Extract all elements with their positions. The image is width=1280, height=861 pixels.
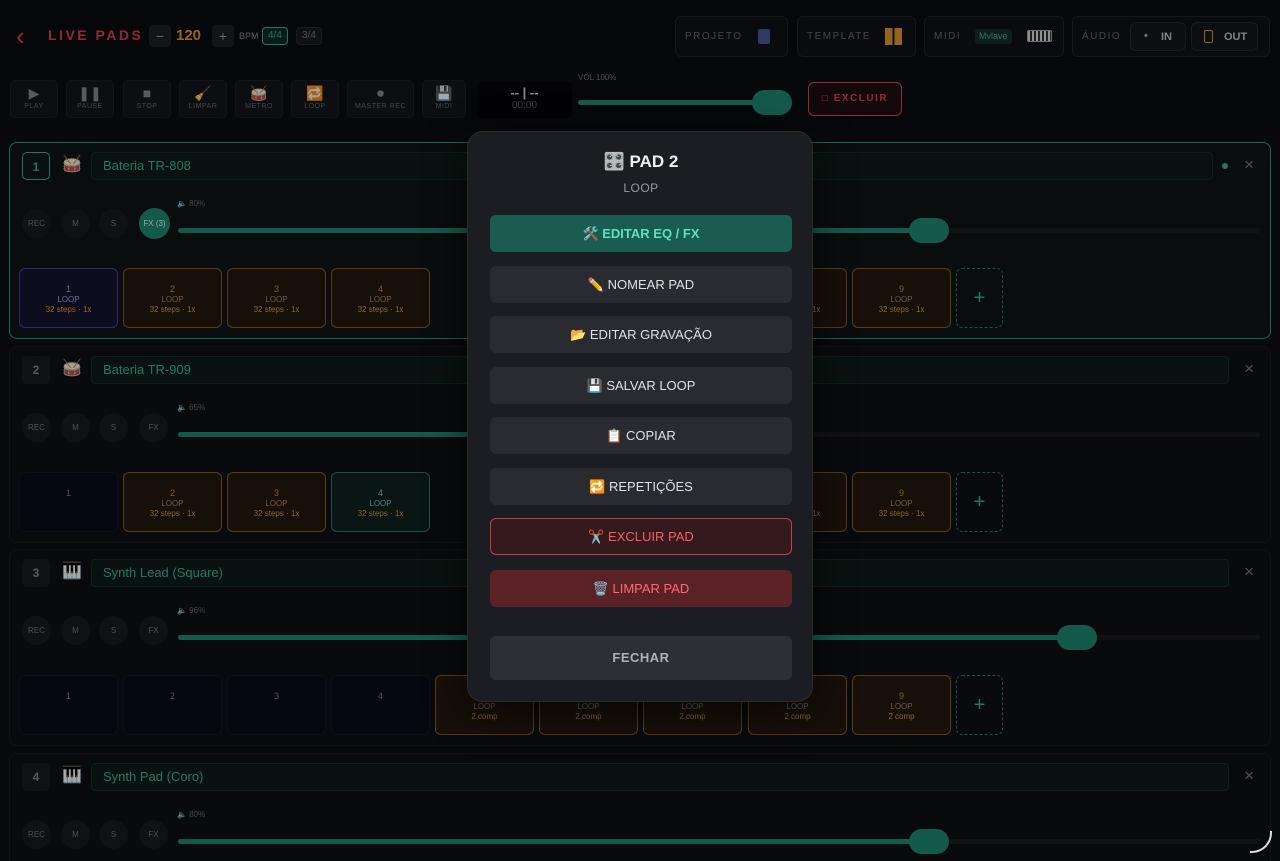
repetitions-button[interactable]: 🔁 REPETIÇÕES <box>490 468 792 505</box>
modal-title: 🎛️ PAD 2 <box>603 152 679 171</box>
modal-subtitle: LOOP <box>623 181 659 195</box>
save-loop-button[interactable]: 💾 SALVAR LOOP <box>490 367 792 404</box>
close-modal-button[interactable]: FECHAR <box>490 636 792 680</box>
clear-pad-button[interactable]: 🗑️ LIMPAR PAD <box>490 570 792 607</box>
copy-button[interactable]: 📋 COPIAR <box>490 417 792 454</box>
edit-eq-fx-button[interactable]: 🛠️ EDITAR EQ / FX <box>490 215 792 252</box>
delete-pad-button[interactable]: ✂️ EXCLUIR PAD <box>490 518 792 555</box>
edit-recording-button[interactable]: 📂 EDITAR GRAVAÇÃO <box>490 316 792 353</box>
app-root: ‹ LIVE PADS − 120 + BPM 4/4 3/4 PROJETO … <box>0 0 1280 861</box>
rename-pad-button[interactable]: ✏️ NOMEAR PAD <box>490 266 792 303</box>
pad-options-modal: 🎛️ PAD 2 LOOP 🛠️ EDITAR EQ / FX ✏️ NOMEA… <box>467 131 813 702</box>
